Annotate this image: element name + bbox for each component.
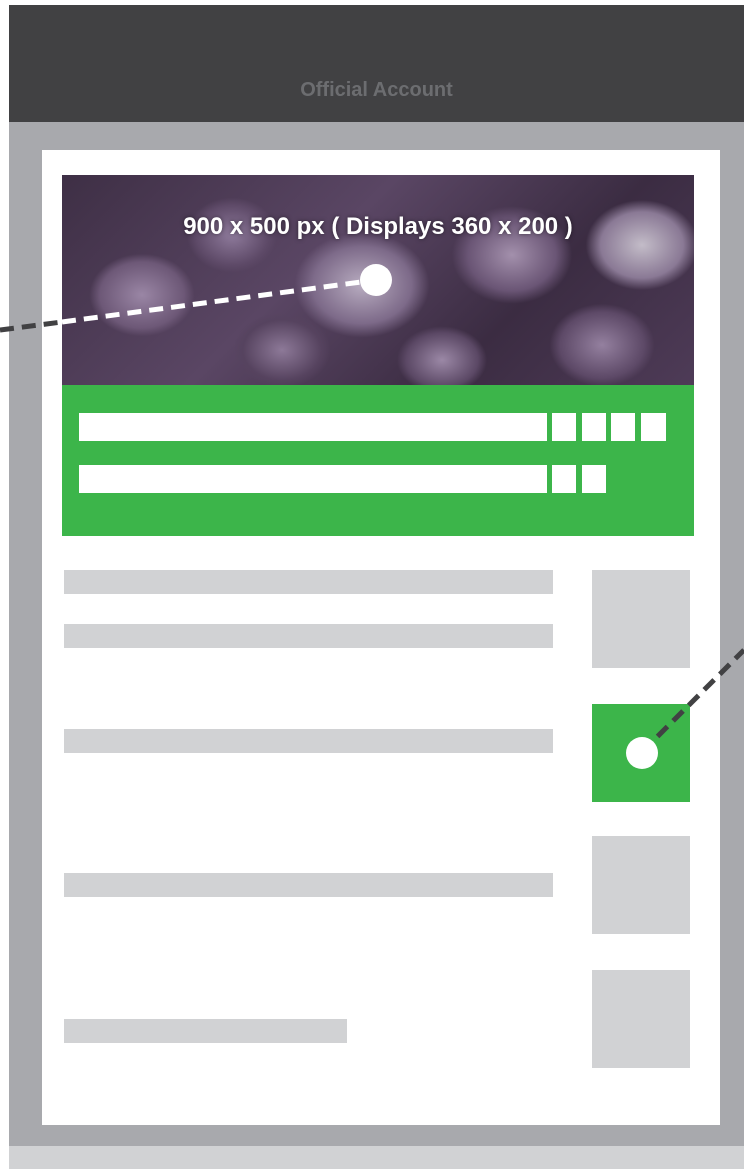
banner-line-1-char [552, 413, 576, 441]
list-item-4-title [64, 1019, 347, 1043]
banner-line-1-char [611, 413, 635, 441]
bottom-strip [9, 1146, 744, 1169]
thumbnail-callout-dot [626, 737, 658, 769]
list-item-4-thumbnail[interactable] [592, 970, 690, 1068]
hero-callout-dot [360, 264, 392, 296]
banner-line-2-char [552, 465, 576, 493]
list-item-1-subtitle [64, 624, 553, 648]
list-item-1-title [64, 570, 553, 594]
banner-line-1-char [582, 413, 606, 441]
list-item-3-title [64, 873, 553, 897]
header-bar: Official Account [9, 5, 744, 122]
banner-line-2-char [582, 465, 606, 493]
banner-line-1-char [641, 413, 666, 441]
hero-size-label: 900 x 500 px ( Displays 360 x 200 ) [183, 213, 573, 240]
green-banner[interactable] [62, 385, 694, 536]
header-title: Official Account [300, 79, 453, 101]
banner-line-2 [79, 465, 547, 493]
banner-line-1 [79, 413, 547, 441]
list-item-3-thumbnail[interactable] [592, 836, 690, 934]
list-item-1-thumbnail[interactable] [592, 570, 690, 668]
list-item-2-title [64, 729, 553, 753]
